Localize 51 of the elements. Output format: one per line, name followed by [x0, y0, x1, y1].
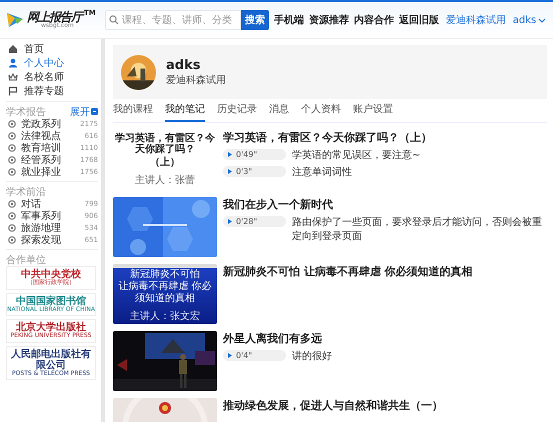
timestamp-chip[interactable]: 0'28": [223, 216, 286, 227]
flag-icon: [8, 86, 18, 96]
nav-link[interactable]: 手机端: [274, 13, 304, 27]
nav-link[interactable]: 资源推荐: [308, 13, 349, 27]
tab[interactable]: 我的课程: [113, 102, 153, 122]
timestamp-chip[interactable]: 0'3": [223, 166, 286, 177]
note-text: 路由保护了一些页面，要求登录后才能访问，否则会被重定向到登录页面: [292, 216, 543, 243]
note-title[interactable]: 学习英语，有雷区？今天你踩了吗？（上）: [223, 130, 432, 145]
video-thumbnail[interactable]: 新冠肺炎不可怕 让病毒不再肆虐 你必须知道的真相 主讲人：张文宏: [113, 264, 217, 324]
trial-link[interactable]: 爱迪科森试用: [446, 13, 506, 27]
play-icon: [228, 353, 232, 358]
crown-icon: [8, 72, 18, 82]
timestamp-chip[interactable]: 0'49": [223, 149, 286, 160]
section-heading: 学术报告: [6, 106, 46, 118]
chevron-icon: [538, 16, 546, 24]
nav-link[interactable]: 返回旧版: [398, 13, 439, 27]
note-text: 学英语的常见误区，要注意~: [292, 148, 420, 162]
sidebar-nav-item[interactable]: 推荐专题: [6, 84, 98, 98]
tab[interactable]: 账户设置: [353, 102, 393, 122]
note-text: 注意单词词性: [292, 166, 352, 179]
person-icon: [8, 58, 18, 68]
expand-link[interactable]: 展开: [70, 104, 98, 118]
sidebar-nav-item[interactable]: 名校名师: [6, 70, 98, 84]
logo-icon[interactable]: [5, 10, 25, 30]
tab[interactable]: 个人资料: [301, 102, 341, 122]
logo-text[interactable]: 网上报告厅 $^{TM}$: [27, 11, 96, 23]
profile-subtitle: 爱迪科森试用: [166, 74, 226, 86]
tab[interactable]: 我的笔记: [165, 102, 205, 122]
note-title[interactable]: 外星人离我们有多远: [223, 331, 332, 346]
sidebar-nav-item[interactable]: 个人中心: [6, 56, 98, 70]
section-heading: 学术前沿: [6, 186, 46, 198]
home-icon: [8, 44, 18, 54]
search-button[interactable]: 搜索: [240, 10, 269, 30]
tab[interactable]: 消息: [269, 102, 289, 122]
note-title[interactable]: 新冠肺炎不可怕 让病毒不再肆虐 你必须知道的真相: [223, 264, 473, 279]
note-title[interactable]: 推动绿色发展，促进人与自然和谐共生（一）: [223, 398, 443, 413]
search-icon: [108, 15, 119, 25]
play-icon: [228, 219, 232, 224]
user-menu[interactable]: adks: [512, 14, 546, 26]
play-icon: [228, 152, 232, 157]
section-heading: 合作单位: [6, 254, 46, 266]
note-text: 讲的很好: [292, 350, 332, 363]
search-field[interactable]: 课程、专题、讲师、分类: [104, 10, 241, 30]
toggle-icon: [91, 108, 98, 115]
profile-name: adks: [166, 58, 202, 72]
timestamp-chip[interactable]: 0'4": [223, 350, 286, 361]
play-icon: [228, 169, 232, 174]
tab[interactable]: 历史记录: [217, 102, 257, 122]
nav-link[interactable]: 内容合作: [354, 13, 394, 27]
note-title[interactable]: 我们在步入一个新时代: [223, 197, 547, 212]
sidebar-nav-item[interactable]: 首页: [6, 42, 98, 56]
